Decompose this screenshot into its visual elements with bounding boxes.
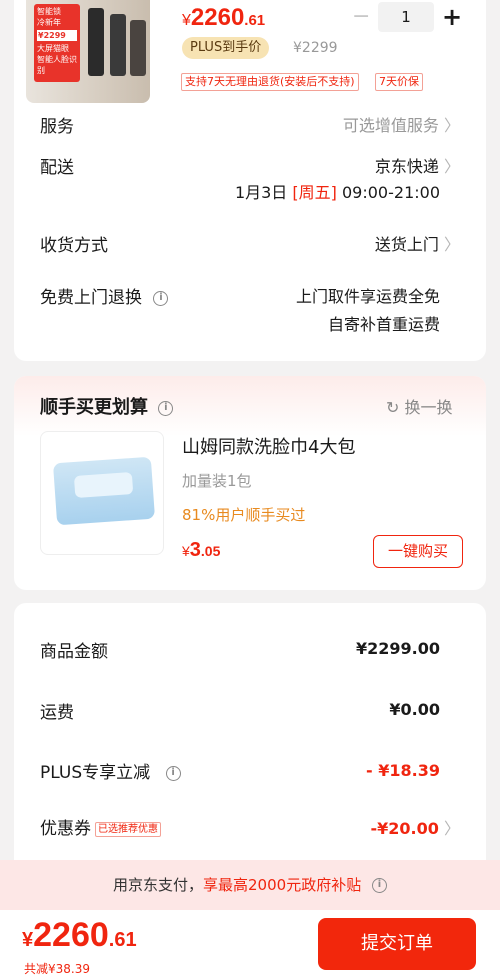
goods-amount-value: ¥2299.00 bbox=[355, 639, 440, 658]
plus-price-badge: PLUS到手价 bbox=[182, 37, 270, 59]
refresh-icon: ↻ bbox=[386, 398, 400, 417]
wipe-pack-picture bbox=[52, 456, 156, 526]
coupon-row[interactable]: -¥20.00 〉 bbox=[371, 815, 461, 839]
addon-item-image[interactable] bbox=[40, 431, 164, 555]
lock-picture bbox=[88, 8, 104, 76]
refresh-button[interactable]: ↻ 换一换 bbox=[386, 394, 453, 418]
addon-item-stat: 81%用户顺手买过 bbox=[182, 506, 306, 524]
plus-discount-value: - ¥18.39 bbox=[366, 761, 440, 780]
addon-item-name[interactable]: 山姆同款洗脸巾4大包 bbox=[182, 433, 355, 459]
info-icon[interactable]: i bbox=[158, 400, 174, 416]
service-value: 可选增值服务 bbox=[342, 116, 439, 135]
total-saved: 共减¥38.39 bbox=[24, 962, 90, 976]
quantity-input[interactable]: 1 bbox=[378, 2, 434, 32]
addon-item-spec: 加量装1包 bbox=[182, 472, 252, 490]
original-price: ¥2299 bbox=[293, 40, 338, 56]
return-policy-tag: 支持7天无理由退货(安装后不支持) bbox=[181, 73, 359, 91]
delivery-time: 1月3日 [周五] 09:00-21:00 bbox=[234, 183, 440, 202]
freight-value: ¥0.00 bbox=[389, 700, 440, 719]
coupon-recommended-tag: 已选推荐优惠 bbox=[95, 821, 161, 837]
delivery-row[interactable]: 京东快递 〉 bbox=[375, 153, 460, 177]
receive-method-value: 送货上门 bbox=[374, 235, 439, 254]
chevron-right-icon: 〉 bbox=[443, 157, 460, 176]
checkout-bar: ¥2260.61 共减¥38.39 提交订单 bbox=[0, 910, 500, 979]
product-price: ¥2260.61 bbox=[182, 4, 266, 31]
price-protect-tag: 7天价保 bbox=[375, 73, 423, 91]
lock-picture bbox=[130, 20, 146, 76]
quantity-minus-button[interactable]: − bbox=[352, 2, 370, 32]
quantity-plus-button[interactable]: + bbox=[442, 2, 462, 32]
chevron-right-icon: 〉 bbox=[443, 235, 460, 254]
info-icon[interactable]: i bbox=[153, 290, 169, 306]
info-icon[interactable]: i bbox=[165, 765, 181, 781]
receive-method-label: 收货方式 bbox=[40, 236, 108, 256]
info-icon[interactable]: i bbox=[371, 878, 387, 893]
free-return-value-1: 上门取件享运费全免 bbox=[295, 287, 440, 306]
addon-item-price: ¥3.05 bbox=[182, 539, 221, 561]
delivery-value: 京东快递 bbox=[374, 157, 439, 176]
lock-picture bbox=[110, 14, 126, 76]
coupon-value: -¥20.00 bbox=[370, 819, 439, 838]
total-price: ¥2260.61 bbox=[22, 916, 137, 954]
service-label: 服务 bbox=[40, 117, 74, 137]
coupon-label: 优惠券 已选推荐优惠 bbox=[40, 814, 161, 839]
addon-title: 顺手买更划算 i bbox=[40, 393, 174, 419]
one-click-buy-button[interactable]: 一键购买 bbox=[373, 535, 463, 568]
service-row[interactable]: 可选增值服务 〉 bbox=[343, 112, 460, 136]
jd-pay-subsidy-banner[interactable]: 用京东支付，享最高2000元政府补贴 i bbox=[0, 860, 500, 910]
chevron-right-icon: 〉 bbox=[443, 819, 460, 838]
product-promo-badge: 智能锁 冷新年 ¥2299 大屏猫眼 智能人脸识别 bbox=[34, 4, 80, 82]
receive-method-row[interactable]: 送货上门 〉 bbox=[375, 231, 460, 255]
goods-amount-label: 商品金额 bbox=[40, 642, 108, 662]
delivery-label: 配送 bbox=[40, 158, 74, 178]
free-return-label: 免费上门退换 i bbox=[40, 283, 169, 308]
product-image[interactable]: 智能锁 冷新年 ¥2299 大屏猫眼 智能人脸识别 bbox=[26, 0, 150, 103]
chevron-right-icon: 〉 bbox=[443, 116, 460, 135]
plus-discount-label: PLUS专享立减 i bbox=[40, 758, 181, 783]
freight-label: 运费 bbox=[40, 703, 74, 723]
free-return-value-2: 自寄补首重运费 bbox=[327, 315, 440, 334]
submit-order-button[interactable]: 提交订单 bbox=[318, 918, 476, 970]
